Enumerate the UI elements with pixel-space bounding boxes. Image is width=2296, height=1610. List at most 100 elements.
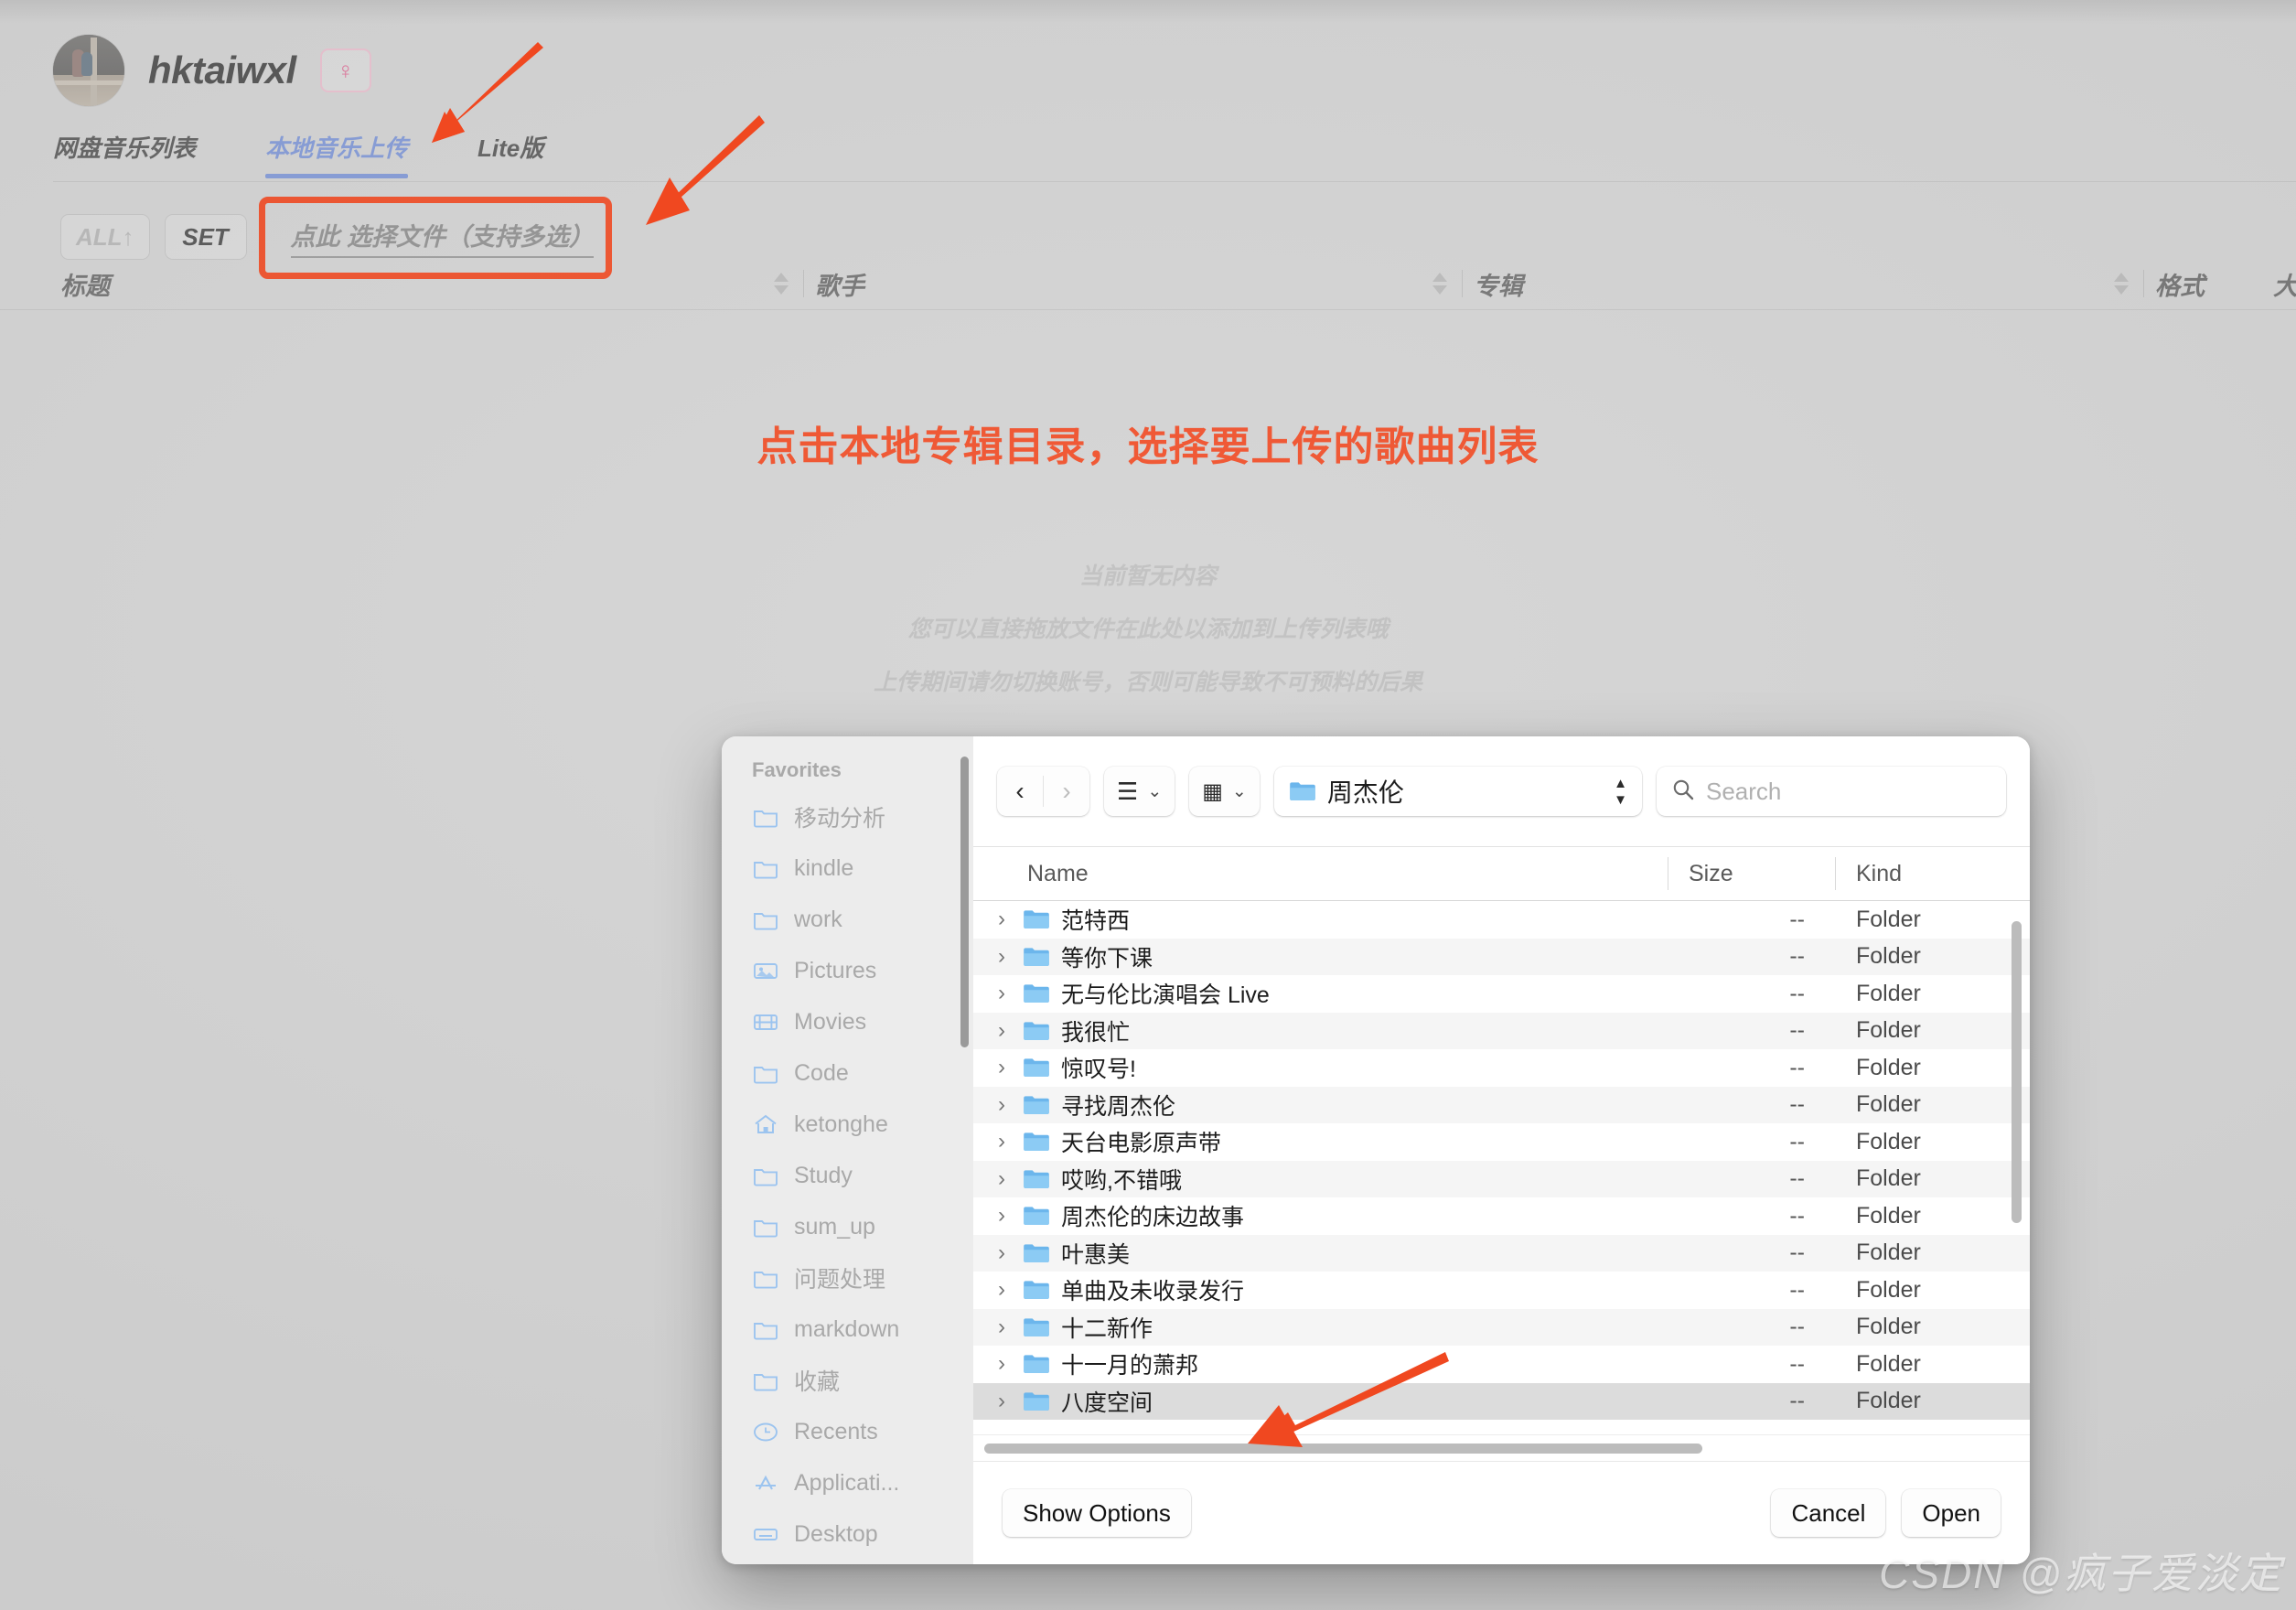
empty-state-line-1: 当前暂无内容 — [0, 558, 2296, 591]
sort-arrows-icon[interactable] — [2114, 273, 2129, 295]
sidebar-item-recents[interactable]: Recents — [722, 1406, 973, 1457]
file-column-name[interactable]: Name — [973, 861, 1668, 887]
tab-bar[interactable]: 网盘音乐列表 本地音乐上传 Lite版 — [53, 130, 613, 178]
file-name: 哎哟,不错哦 — [1061, 1163, 1182, 1196]
search-box[interactable]: Search — [1657, 767, 2006, 816]
sidebar-item-applications[interactable]: Applicati... — [722, 1457, 973, 1508]
tab-lite[interactable]: Lite版 — [477, 130, 543, 178]
sidebar-item-sum-up[interactable]: sum_up — [722, 1201, 973, 1252]
pictures-icon — [752, 957, 779, 984]
sort-arrows-icon[interactable] — [1432, 273, 1447, 295]
column-header-artist[interactable]: 歌手 — [765, 258, 1423, 309]
disclosure-chevron-icon[interactable]: › — [992, 1020, 1012, 1042]
column-header-album[interactable]: 专辑 — [1423, 258, 2105, 309]
disclosure-chevron-icon[interactable]: › — [992, 982, 1012, 1004]
file-row[interactable]: ›周杰伦的床边故事 -- Folder — [973, 1197, 2030, 1235]
sidebar-item-label: Code — [794, 1060, 849, 1087]
avatar[interactable] — [53, 35, 124, 106]
file-row[interactable]: ›我很忙 -- Folder — [973, 1013, 2030, 1050]
file-name: 无与伦比演唱会 Live — [1061, 977, 1270, 1010]
sidebar-item-wentichuli[interactable]: 问题处理 — [722, 1252, 973, 1304]
file-row[interactable]: ›等你下课 -- Folder — [973, 939, 2030, 976]
file-size: -- — [1658, 1351, 1836, 1378]
file-row[interactable]: ›十二新作 -- Folder — [973, 1309, 2030, 1347]
file-row[interactable]: ›寻找周杰伦 -- Folder — [973, 1087, 2030, 1124]
file-size: -- — [1658, 1314, 1836, 1340]
file-row[interactable]: ›八度空间 -- Folder — [973, 1383, 2030, 1421]
disclosure-chevron-icon[interactable]: › — [992, 1205, 1012, 1227]
tab-cloud-music-list[interactable]: 网盘音乐列表 — [53, 130, 196, 178]
path-popup-button[interactable]: 周杰伦 ▲▼ — [1274, 767, 1642, 816]
file-row[interactable]: ›十一月的萧邦 -- Folder — [973, 1346, 2030, 1383]
sidebar-item-code[interactable]: Code — [722, 1047, 973, 1099]
sidebar-item-desktop[interactable]: Desktop — [722, 1508, 973, 1560]
forward-icon[interactable]: › — [1044, 767, 1089, 816]
open-button[interactable]: Open — [1902, 1489, 2001, 1537]
disclosure-chevron-icon[interactable]: › — [992, 946, 1012, 968]
folder-icon — [752, 1264, 779, 1292]
sidebar-item-home[interactable]: ketonghe — [722, 1099, 973, 1150]
upload-all-button[interactable]: ALL↑ — [60, 214, 150, 260]
disclosure-chevron-icon[interactable]: › — [992, 1168, 1012, 1190]
disclosure-chevron-icon[interactable]: › — [992, 1279, 1012, 1301]
file-name: 叶惠美 — [1061, 1237, 1130, 1270]
view-mode-list-button[interactable]: ☰ ⌄ — [1104, 767, 1175, 816]
file-kind: Folder — [1836, 1351, 2030, 1378]
file-name: 单曲及未收录发行 — [1061, 1273, 1244, 1306]
sidebar-item-markdown[interactable]: markdown — [722, 1304, 973, 1355]
search-input[interactable]: Search — [1706, 778, 1781, 806]
back-icon[interactable]: ‹ — [997, 767, 1043, 816]
sidebar-item-movies[interactable]: Movies — [722, 996, 973, 1047]
file-row[interactable]: › 哎哟,不错哦 -- Folder — [973, 1161, 2030, 1198]
view-mode-grid-button[interactable]: ▦ ⌄ — [1189, 767, 1260, 816]
disclosure-chevron-icon[interactable]: › — [992, 908, 1012, 930]
settings-button[interactable]: SET — [165, 214, 247, 260]
folder-icon — [1023, 1353, 1050, 1375]
file-size: -- — [1658, 1165, 1836, 1192]
list-view-icon: ☰ — [1117, 778, 1138, 806]
disclosure-chevron-icon[interactable]: › — [992, 1242, 1012, 1264]
disclosure-chevron-icon[interactable]: › — [992, 1353, 1012, 1375]
navigation-button-group[interactable]: ‹ › — [997, 767, 1089, 816]
sidebar-item-pictures[interactable]: Pictures — [722, 945, 973, 996]
disclosure-chevron-icon[interactable]: › — [992, 1316, 1012, 1338]
show-options-button[interactable]: Show Options — [1003, 1489, 1191, 1537]
disclosure-chevron-icon[interactable]: › — [992, 1390, 1012, 1412]
dialog-sidebar[interactable]: Favorites 移动分析 kindle work Pictures Movi… — [722, 736, 973, 1564]
current-folder-name: 周杰伦 — [1327, 773, 1603, 810]
file-open-dialog[interactable]: Favorites 移动分析 kindle work Pictures Movi… — [722, 736, 2030, 1564]
file-list-vertical-scrollbar[interactable] — [2012, 921, 2022, 1223]
file-kind: Folder — [1836, 1017, 2030, 1044]
file-row[interactable]: ›单曲及未收录发行 -- Folder — [973, 1272, 2030, 1309]
file-row[interactable]: ›叶惠美 -- Folder — [973, 1235, 2030, 1272]
column-header-format[interactable]: 格式 — [2105, 258, 2251, 309]
sidebar-item-shoucang[interactable]: 收藏 — [722, 1355, 973, 1406]
disclosure-chevron-icon[interactable]: › — [992, 1057, 1012, 1079]
disclosure-chevron-icon[interactable]: › — [992, 1094, 1012, 1116]
tab-local-music-upload[interactable]: 本地音乐上传 — [265, 130, 408, 178]
file-row[interactable]: ›无与伦比演唱会 Live -- Folder — [973, 975, 2030, 1013]
file-kind: Folder — [1836, 1165, 2030, 1192]
file-column-kind[interactable]: Kind — [1835, 857, 2030, 890]
file-row[interactable]: ›惊叹号! -- Folder — [973, 1049, 2030, 1087]
file-list-horizontal-scrollbar[interactable] — [973, 1434, 2030, 1461]
file-size: -- — [1658, 1277, 1836, 1304]
sidebar-item-study[interactable]: Study — [722, 1150, 973, 1201]
cancel-button[interactable]: Cancel — [1771, 1489, 1885, 1537]
sidebar-item-work[interactable]: work — [722, 894, 973, 945]
file-kind: Folder — [1836, 1203, 2030, 1229]
sidebar-scrollbar[interactable] — [960, 757, 969, 1047]
sidebar-item-kindle[interactable]: kindle — [722, 843, 973, 894]
column-header-title[interactable]: 标题 — [0, 258, 765, 309]
sort-arrows-icon[interactable] — [774, 273, 789, 295]
file-row[interactable]: ›范特西 -- Folder — [973, 901, 2030, 939]
file-list[interactable]: ›范特西 -- Folder ›等你下课 -- Folder › 无与伦比演唱会 … — [973, 901, 2030, 1434]
file-column-size[interactable]: Size — [1668, 857, 1835, 890]
disclosure-chevron-icon[interactable]: › — [992, 1131, 1012, 1153]
desktop-icon — [752, 1520, 779, 1548]
folder-icon — [752, 1213, 779, 1240]
sidebar-item-label: ketonghe — [794, 1111, 888, 1138]
file-row[interactable]: ›天台电影原声带 -- Folder — [973, 1123, 2030, 1161]
column-header-size[interactable]: 大小 — [2251, 258, 2296, 309]
sidebar-item-yidongfenxi[interactable]: 移动分析 — [722, 791, 973, 843]
